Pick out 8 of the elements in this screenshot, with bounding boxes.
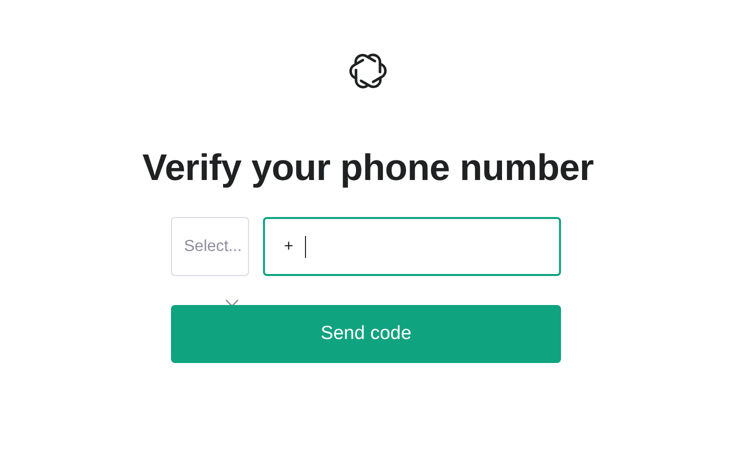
plus-prefix: + — [284, 238, 294, 256]
page-heading: Verify your phone number — [142, 147, 594, 189]
logo-icon — [348, 51, 388, 91]
chevron-icon — [225, 299, 239, 307]
text-cursor — [305, 236, 306, 258]
send-code-button[interactable]: Send code — [171, 305, 561, 363]
phone-field[interactable]: + — [263, 217, 561, 276]
country-select[interactable]: Select... — [171, 217, 249, 276]
